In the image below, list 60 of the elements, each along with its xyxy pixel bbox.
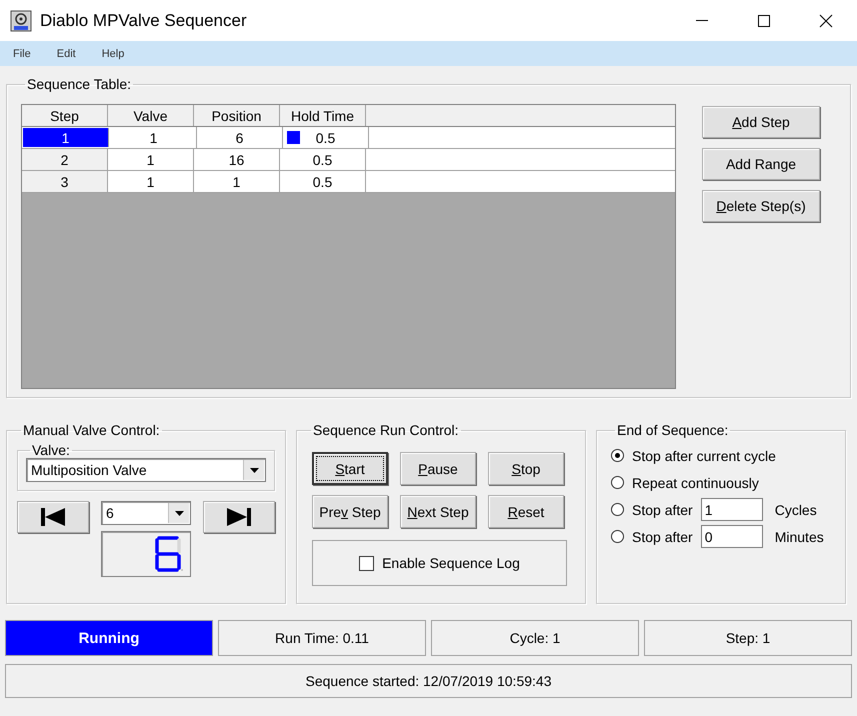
radio-button[interactable] [611, 449, 624, 462]
dropdown-arrow-icon [250, 468, 258, 472]
maximize-icon [756, 12, 772, 28]
table-action-button[interactable]: Delete Step(s) [702, 190, 820, 222]
table-action-button[interactable]: Add Step [702, 106, 820, 138]
radio-label[interactable]: Stop after [632, 528, 693, 544]
unit-label: Cycles [774, 502, 817, 518]
close-icon [818, 12, 834, 28]
status-panel: Run Time: 0.11 [218, 620, 426, 656]
group-label: Manual Valve Control: [22, 422, 161, 438]
radio-label[interactable]: Stop after [632, 502, 693, 518]
step-cell[interactable]: 3 [22, 171, 108, 192]
log-checkbox[interactable] [359, 556, 374, 570]
table-cell: 0.5 [283, 127, 369, 148]
radio-button[interactable] [611, 530, 624, 543]
run-button[interactable]: Reset [488, 495, 564, 528]
radio-label[interactable]: Stop after current cycle [632, 448, 776, 464]
radio-label[interactable]: Repeat continuously [632, 474, 759, 490]
run-button[interactable]: Start [312, 452, 388, 485]
radio-button[interactable] [611, 476, 624, 489]
skip-forward-icon [226, 507, 252, 527]
position-dropdown[interactable]: 6 [101, 501, 191, 525]
skip-back-icon [40, 507, 66, 527]
run-button[interactable]: Next Step [400, 495, 476, 528]
status-panel: Step: 1 [644, 620, 852, 656]
dropdown-arrow-icon [174, 510, 184, 516]
run-button[interactable]: Pause [400, 452, 476, 485]
group-label: Sequence Run Control: [312, 422, 460, 438]
valve-dropdown[interactable]: Multiposition Valve [26, 458, 266, 482]
step-cell[interactable]: 2 [22, 149, 108, 170]
current-step-marker [287, 131, 300, 144]
menu-item[interactable]: Help [92, 48, 134, 60]
group-label: End of Sequence: [616, 422, 730, 438]
window-title: Diablo MPValve Sequencer [40, 10, 248, 30]
previous-position-button[interactable] [17, 501, 89, 533]
next-position-button[interactable] [203, 501, 275, 533]
status-panel: Running [5, 620, 213, 656]
step-cell[interactable]: 1 [23, 128, 109, 147]
table-action-button[interactable]: Add Range [702, 148, 820, 180]
table-cell: 1 [194, 171, 280, 192]
table-cell: 1 [111, 127, 197, 148]
status-panel: Cycle: 1 [431, 620, 639, 656]
run-button[interactable]: Prev Step [312, 495, 388, 528]
number-field[interactable]: 0 [700, 525, 763, 548]
number-field[interactable]: 1 [700, 498, 763, 521]
table-cell: 1 [108, 171, 194, 192]
table-cell: 6 [197, 127, 283, 148]
table-cell: 16 [194, 149, 280, 170]
checkbox-label[interactable]: Enable Sequence Log [382, 555, 520, 571]
app-icon [10, 10, 32, 32]
menu-item[interactable]: File [4, 48, 40, 60]
menu-item[interactable]: Edit [48, 48, 85, 60]
group-label: Valve: [31, 442, 71, 458]
radio-button[interactable] [611, 503, 624, 516]
status-message: Sequence started: 12/07/2019 10:59:43 [5, 664, 852, 698]
table-cell: 1 [108, 149, 194, 170]
run-button[interactable]: Stop [488, 452, 564, 485]
group-label: Sequence Table: [26, 76, 132, 92]
minimize-icon [696, 20, 708, 21]
unit-label: Minutes [774, 528, 824, 544]
